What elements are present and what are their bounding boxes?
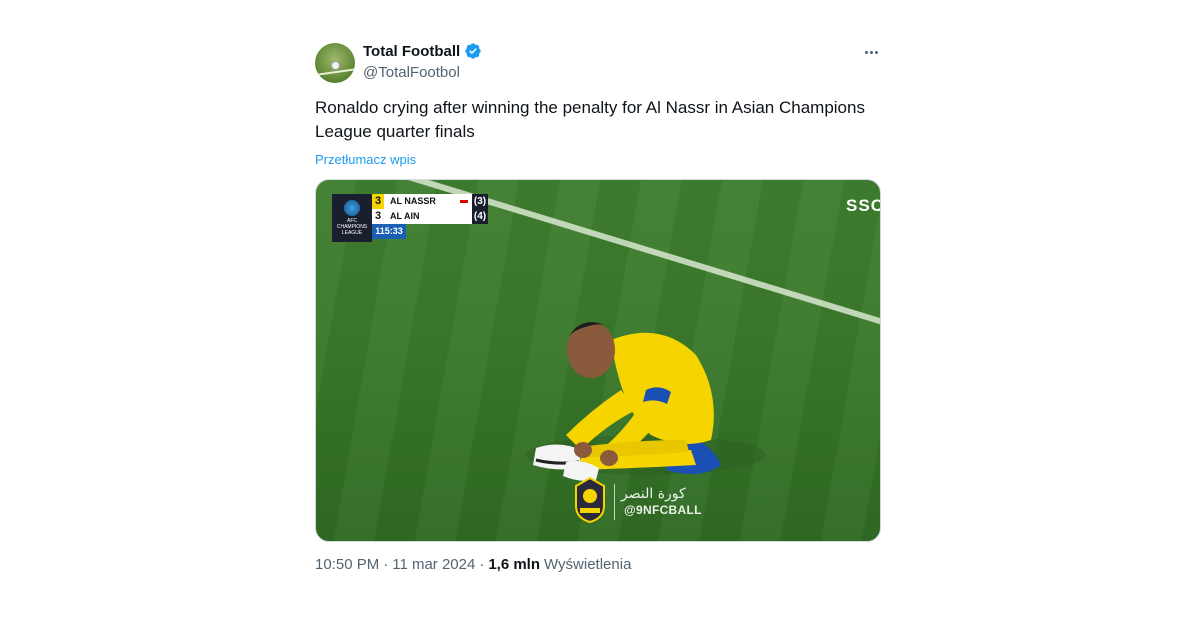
tweet-text: Ronaldo crying after winning the penalty… xyxy=(315,98,865,141)
away-score: 3 xyxy=(372,209,384,224)
views-count: 1,6 mln xyxy=(488,556,541,573)
more-options-icon[interactable] xyxy=(861,44,881,60)
translate-link[interactable]: Przetłumacz wpis xyxy=(315,152,881,167)
afc-globe-icon xyxy=(344,200,360,216)
home-team: AL NASSR xyxy=(384,194,472,209)
avatar[interactable] xyxy=(315,43,355,83)
away-team-name: AL AIN xyxy=(390,211,420,221)
tweet-card: Total Football @TotalFootbol Ronaldo cry… xyxy=(315,40,881,573)
home-team-name: AL NASSR xyxy=(390,196,436,206)
more-dot xyxy=(869,50,873,54)
author-name-row: Total Football xyxy=(363,42,482,60)
competition-logo: AFC CHAMPIONS LEAGUE xyxy=(332,194,372,242)
home-penalties: (3) xyxy=(472,194,488,209)
avatar-ball-icon xyxy=(331,61,340,70)
scoreboard-away-row: 3 AL AIN (4) xyxy=(372,209,488,224)
tweet-date[interactable]: 11 mar 2024 xyxy=(392,556,475,573)
away-penalties: (4) xyxy=(472,209,488,224)
scoreboard-home-row: 3 AL NASSR (3) xyxy=(372,194,488,209)
scoreboard-rows: 3 AL NASSR (3) 3 AL AIN (4) 115:33 xyxy=(372,194,488,242)
red-card-icon xyxy=(460,200,468,203)
tweet-meta: 10:50 PM · 11 mar 2024 · 1,6 mln Wyświet… xyxy=(315,556,881,573)
more-dot xyxy=(864,50,868,54)
meta-separator: · xyxy=(383,556,389,573)
watermark-separator xyxy=(614,484,615,520)
more-dot xyxy=(874,50,878,54)
away-team: AL AIN xyxy=(384,209,472,224)
watermark-arabic-text: كورة النصر xyxy=(621,486,686,502)
author-name[interactable]: Total Football xyxy=(363,43,460,60)
tweet-media-image[interactable]: AFC CHAMPIONS LEAGUE 3 AL NASSR (3) 3 AL… xyxy=(315,179,881,542)
verified-badge-icon xyxy=(465,43,481,59)
broadcaster-logo: SSC xyxy=(846,196,881,215)
author-handle[interactable]: @TotalFootbol xyxy=(363,64,460,81)
competition-line3: LEAGUE xyxy=(341,230,363,236)
tweet-header: Total Football @TotalFootbol xyxy=(315,40,881,84)
tweet-time[interactable]: 10:50 PM xyxy=(315,556,379,573)
meta-separator: · xyxy=(479,556,485,573)
scoreboard-overlay: AFC CHAMPIONS LEAGUE 3 AL NASSR (3) 3 AL… xyxy=(332,194,488,242)
match-clock: 115:33 xyxy=(372,224,406,239)
views-label: Wyświetlenia xyxy=(544,556,632,573)
home-score: 3 xyxy=(372,194,384,209)
lion-crest-icon xyxy=(575,476,605,524)
watermark-handle: @9NFCBALL xyxy=(624,503,702,517)
